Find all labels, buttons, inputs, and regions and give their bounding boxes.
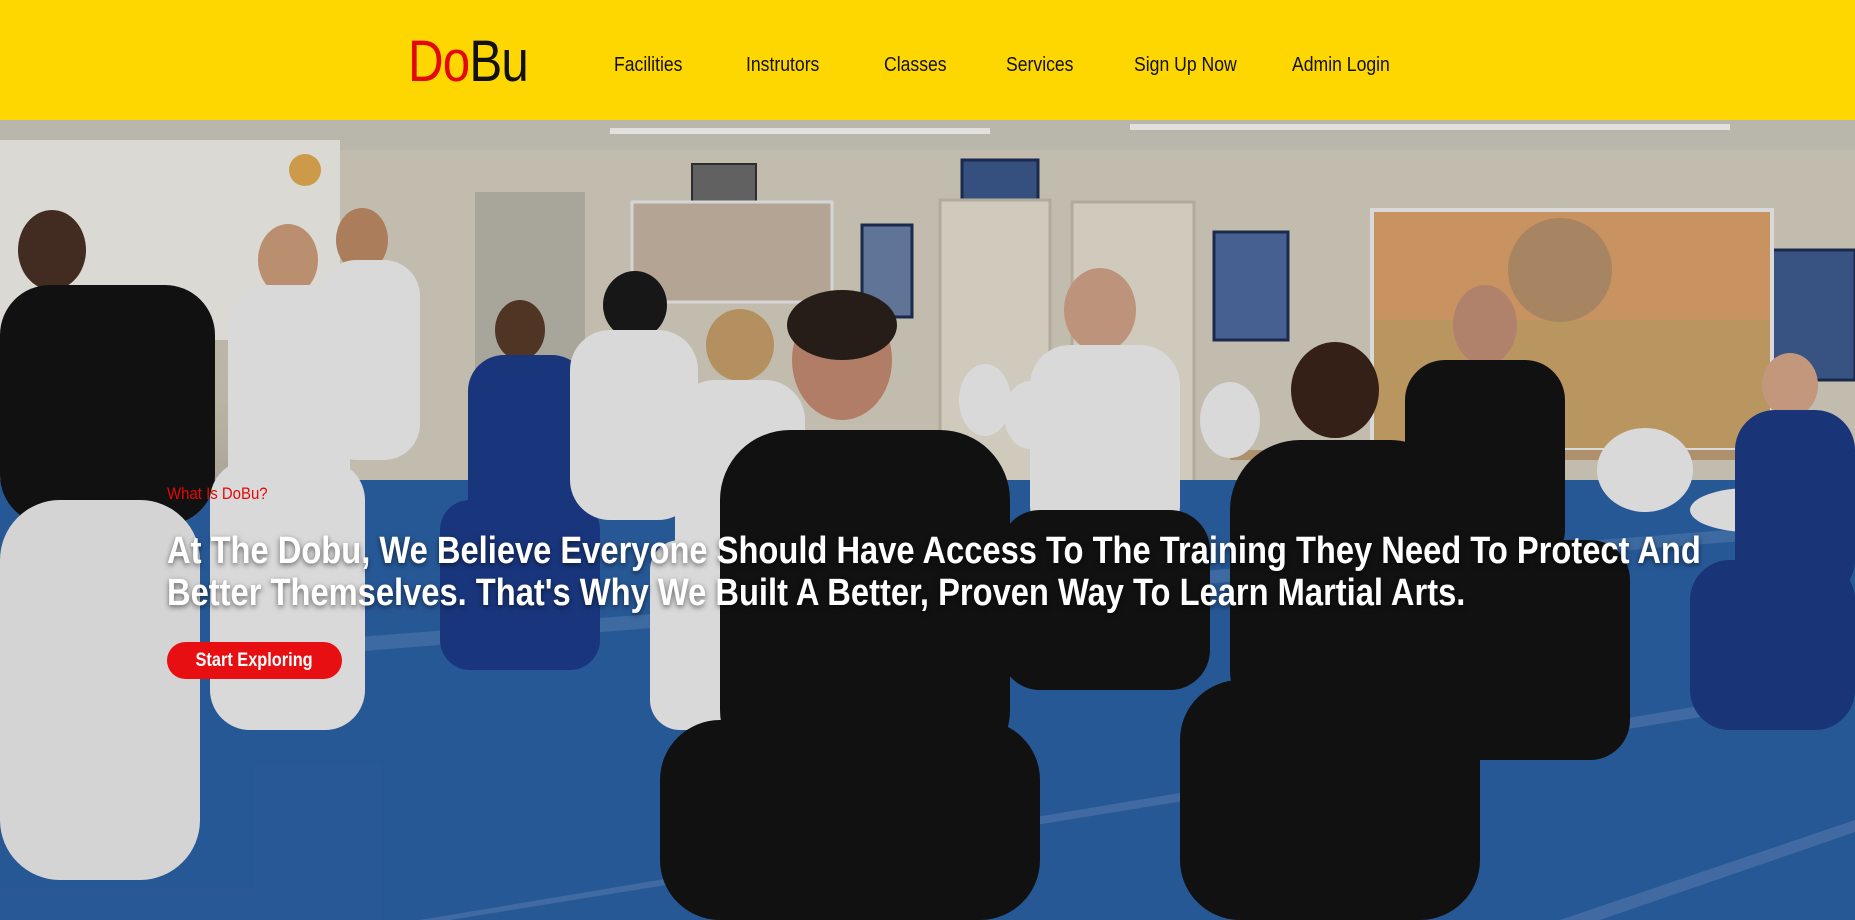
hero-headline: At The Dobu, We Believe Everyone Should … [167, 530, 1701, 614]
nav-facilities[interactable]: Facilities [614, 54, 682, 77]
nav-classes[interactable]: Classes [884, 54, 947, 77]
hero-eyebrow: What Is DoBu? [167, 484, 268, 503]
start-exploring-label: Start Exploring [195, 650, 314, 671]
hero-dim-overlay [0, 120, 1855, 920]
site-header: DoBu Facilities Instrutors Classes Servi… [0, 0, 1855, 120]
start-exploring-button[interactable]: Start Exploring [167, 642, 342, 679]
main-nav: Facilities Instrutors Classes Services S… [0, 54, 1855, 84]
hero-headline-line-1: At The Dobu, We Believe Everyone Should … [167, 530, 1701, 572]
hero-section: What Is DoBu? At The Dobu, We Believe Ev… [0, 120, 1855, 920]
hero-headline-line-2: Better Themselves. That's Why We Built A… [167, 572, 1466, 614]
nav-services[interactable]: Services [1006, 54, 1073, 77]
nav-sign-up-now[interactable]: Sign Up Now [1134, 54, 1237, 77]
nav-admin-login[interactable]: Admin Login [1292, 54, 1390, 77]
nav-instructors[interactable]: Instrutors [746, 54, 819, 77]
